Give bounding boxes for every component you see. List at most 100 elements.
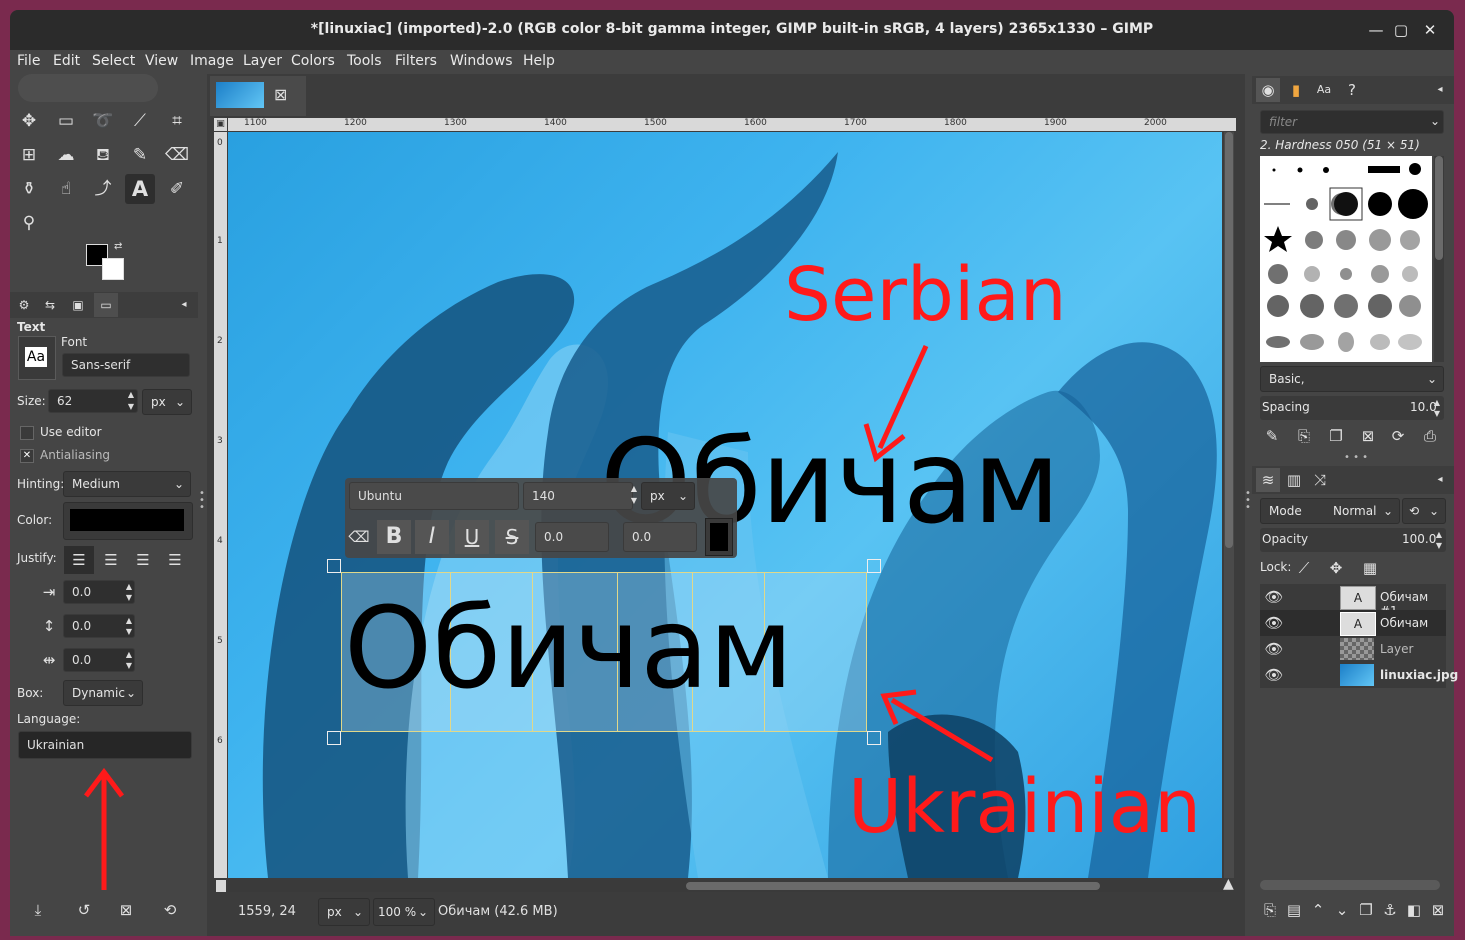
maximize-button[interactable]: ▢ [1391,20,1411,40]
navigate-icon[interactable]: ▲ [1223,876,1234,892]
delete-brush-icon[interactable]: ⊠ [1356,424,1380,448]
eraser-tool-icon[interactable]: ⌫ [162,140,192,170]
indent-spin-up[interactable]: ▲ [122,581,136,592]
lower-layer-icon[interactable]: ⌄ [1330,898,1354,922]
bucket-fill-tool-icon[interactable]: ⛾ [88,140,118,170]
left-splitter-handle[interactable]: • • • [199,489,205,513]
image-tab-close-icon[interactable]: ⊠ [274,85,287,104]
brush-as-image-icon[interactable]: ⎙ [1418,424,1442,448]
menu-image[interactable]: Image [190,53,234,69]
move-tool-icon[interactable]: ✥ [14,106,44,136]
tool-options-tab-icon[interactable]: ⚙ [12,293,36,317]
delete-layer-icon[interactable]: ⊠ [1426,898,1450,922]
opacity-spin-down[interactable]: ▼ [1432,540,1446,551]
anchor-layer-icon[interactable]: ⚓ [1378,898,1402,922]
menu-colors[interactable]: Colors [291,53,335,69]
new-layer-icon[interactable]: ⎘ [1258,898,1282,922]
zoom-select[interactable]: 100 % ⌄ [373,898,435,926]
menu-layer[interactable]: Layer [243,53,282,69]
opacity-slider[interactable]: Opacity 100.0 ▲ ▼ [1260,528,1446,552]
brush-grid-scrollbar[interactable] [1434,156,1444,362]
new-brush-icon[interactable]: ⎘ [1292,424,1316,448]
letter-spacing-spin-down[interactable]: ▼ [122,660,136,671]
spacing-spin-down[interactable]: ▼ [1430,408,1444,419]
line-spacing-spin-up[interactable]: ▲ [122,615,136,626]
menu-edit[interactable]: Edit [53,53,80,69]
background-color-swatch[interactable] [102,258,124,280]
reset-options-icon[interactable]: ⟲ [158,898,182,922]
layer-row[interactable]: 👁 A Обичам #1 [1260,584,1446,618]
smudge-tool-icon[interactable]: ☝ [51,174,81,204]
hinting-select[interactable]: Medium ⌄ [63,471,191,497]
device-status-tab-icon[interactable]: ⇆ [38,293,62,317]
horizontal-scrollbar-thumb[interactable] [686,882,1100,890]
zoom-tool-icon[interactable]: ⚲ [14,208,44,238]
vertical-scrollbar-thumb[interactable] [1225,132,1233,548]
font-input[interactable]: Sans-serif [62,353,190,377]
menu-windows[interactable]: Windows [450,53,513,69]
fuzzy-select-tool-icon[interactable]: ⟋ [125,106,155,136]
menu-help[interactable]: Help [523,53,555,69]
refresh-brushes-icon[interactable]: ⟳ [1386,424,1410,448]
duplicate-layer-icon[interactable]: ❐ [1354,898,1378,922]
visibility-eye-icon[interactable]: 👁 [1262,663,1286,687]
close-window-button[interactable]: ✕ [1420,20,1440,40]
menu-tools[interactable]: Tools [347,53,382,69]
images-tab-icon[interactable]: ▣ [66,293,90,317]
undo-history-tab-icon[interactable]: ▭ [94,293,118,317]
brush-preset-select[interactable]: Basic, ⌄ [1260,366,1444,392]
size-spin-up[interactable]: ▲ [124,389,138,400]
brushes-panel-menu-icon[interactable]: ◂ [1428,78,1452,102]
raise-layer-icon[interactable]: ⌃ [1306,898,1330,922]
size-unit-select[interactable]: px ⌄ [142,389,192,415]
edit-brush-icon[interactable]: ✎ [1260,424,1284,448]
text-tool-icon[interactable]: A [125,174,155,204]
fonts-tab-icon[interactable]: Aa [1312,78,1336,102]
help-tab-icon[interactable]: ? [1340,78,1364,102]
use-editor-checkbox[interactable] [20,426,34,440]
layer-row[interactable]: 👁 linuxiac.jpg [1260,662,1458,688]
size-spin-down[interactable]: ▼ [124,401,138,412]
layers-horizontal-scrollbar[interactable] [1260,880,1440,890]
lock-position-icon[interactable]: ✥ [1324,556,1348,580]
brush-grid-scrollbar-thumb[interactable] [1435,156,1443,260]
opacity-spin-up[interactable]: ▲ [1432,529,1446,540]
indent-spin-down[interactable]: ▼ [122,592,136,603]
language-input[interactable]: Ukrainian [18,731,192,759]
font-preview-box[interactable]: Aa [18,336,56,380]
visibility-eye-icon[interactable]: 👁 [1262,611,1286,635]
layers-tab-icon[interactable]: ≋ [1256,468,1280,492]
ruler-corner-icon[interactable]: ▣ [214,118,227,131]
save-options-icon[interactable]: ⤓ [26,898,50,922]
box-select[interactable]: Dynamic ⌄ [63,680,143,706]
spacing-spin-up[interactable]: ▲ [1430,397,1444,408]
right-splitter-handle[interactable]: • • • [1245,489,1251,513]
spacing-slider[interactable]: Spacing 10.0 ▲ ▼ [1260,396,1444,420]
menu-select[interactable]: Select [92,53,135,69]
dock-splitter-handle[interactable]: • • • [1344,452,1368,463]
paths-tool-icon[interactable]: ⤴ [88,174,118,204]
patterns-tab-icon[interactable]: ▮ [1284,78,1308,102]
letter-spacing-spin-up[interactable]: ▲ [122,649,136,660]
color-picker-tool-icon[interactable]: ✐ [162,174,192,204]
transform-tool-icon[interactable]: ⊞ [14,140,44,170]
text-color-button[interactable] [63,502,193,540]
layer-row[interactable]: 👁 Layer [1260,636,1446,662]
quick-mask-toggle[interactable] [216,880,226,892]
new-group-icon[interactable]: ▤ [1282,898,1306,922]
menu-view[interactable]: View [145,53,178,69]
image-canvas[interactable]: Обичам Обичам Ubuntu 140 ▲ ▼ px ⌄ ⌫ B I U… [228,132,1222,878]
minimize-button[interactable]: — [1366,20,1386,40]
layers-panel-menu-icon[interactable]: ◂ [1428,468,1452,492]
lasso-tool-icon[interactable]: ➰ [88,106,118,136]
composite-mode-select[interactable]: ⟲ ⌄ [1402,498,1446,524]
justify-fill-icon[interactable]: ☰ [160,546,190,574]
panel-menu-icon[interactable]: ◂ [172,293,196,317]
brush-filter-input[interactable]: filter [1260,110,1444,134]
visibility-eye-icon[interactable]: 👁 [1262,585,1286,609]
vertical-scrollbar[interactable] [1224,132,1234,878]
menu-filters[interactable]: Filters [395,53,437,69]
crop-tool-icon[interactable]: ⌗ [162,106,192,136]
justify-left-icon[interactable]: ☰ [64,546,94,574]
layer-row-selected[interactable]: 👁 A Обичам [1260,610,1446,636]
